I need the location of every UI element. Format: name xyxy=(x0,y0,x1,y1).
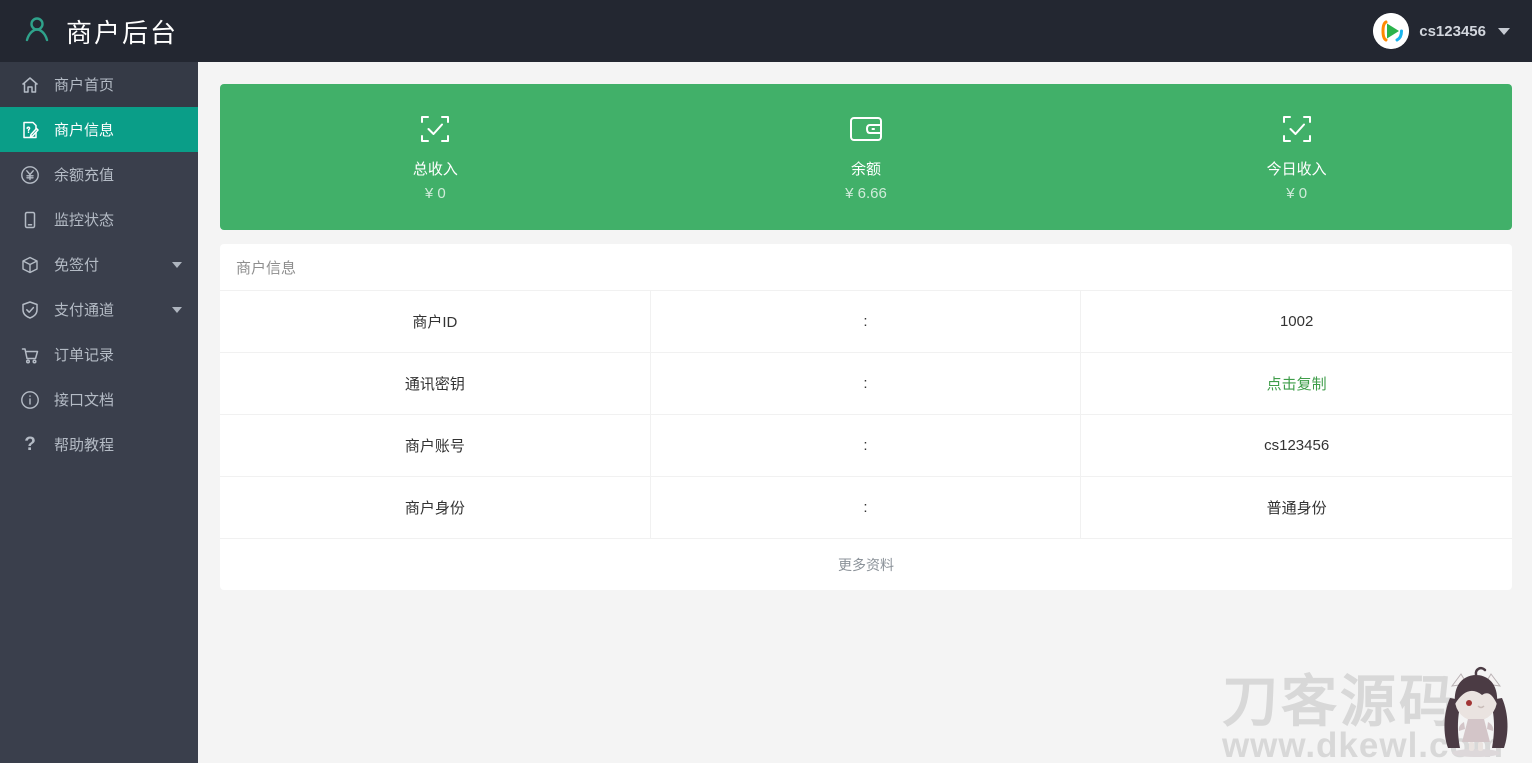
more-info-button[interactable]: 更多资料 xyxy=(220,539,1512,590)
sidebar-item-recharge[interactable]: 余额充值 xyxy=(0,152,198,197)
sidebar-item-home[interactable]: 商户首页 xyxy=(0,62,198,107)
stat-value: ¥ 0 xyxy=(425,185,446,202)
sidebar-item-orders[interactable]: 订单记录 xyxy=(0,332,198,377)
stat-label: 今日收入 xyxy=(1267,158,1327,179)
sidebar-item-label: 商户首页 xyxy=(54,74,114,95)
top-header: 商户后台 cs123456 xyxy=(0,0,1532,62)
brand: 商户后台 xyxy=(22,13,178,50)
sidebar-item-help[interactable]: ? 帮助教程 xyxy=(0,422,198,467)
sidebar-item-monitor[interactable]: 监控状态 xyxy=(0,197,198,242)
row-separator: : xyxy=(651,415,1082,476)
sidebar-item-no-sign-pay[interactable]: 免签付 xyxy=(0,242,198,287)
sidebar-item-label: 余额充值 xyxy=(54,164,114,185)
copy-secret-link[interactable]: 点击复制 xyxy=(1267,373,1327,394)
question-icon: ? xyxy=(20,435,40,455)
scan-check-icon xyxy=(1280,112,1314,146)
stat-label: 余额 xyxy=(851,158,881,179)
page-title: 商户后台 xyxy=(66,13,178,50)
stat-value: ¥ 0 xyxy=(1286,185,1307,202)
stat-total-income: 总收入 ¥ 0 xyxy=(220,84,651,230)
row-value: 1002 xyxy=(1081,291,1512,352)
row-value: cs123456 xyxy=(1081,415,1512,476)
stat-balance: 余额 ¥ 6.66 xyxy=(651,84,1082,230)
main-content: 总收入 ¥ 0 余额 ¥ 6.66 今日收入 xyxy=(198,62,1532,763)
table-row: 商户身份 : 普通身份 xyxy=(220,477,1512,539)
sidebar-item-label: 监控状态 xyxy=(54,209,114,230)
person-icon xyxy=(22,14,52,49)
row-separator: : xyxy=(651,291,1082,352)
table-row: 通讯密钥 : 点击复制 xyxy=(220,353,1512,415)
sidebar-item-api-doc[interactable]: 接口文档 xyxy=(0,377,198,422)
row-label: 商户ID xyxy=(220,291,651,352)
row-separator: : xyxy=(651,477,1082,538)
sidebar-item-label: 订单记录 xyxy=(54,344,114,365)
username[interactable]: cs123456 xyxy=(1419,23,1486,40)
merchant-info-card: 商户信息 商户ID : 1002 通讯密钥 : 点击复制 商户账号 : cs12… xyxy=(220,244,1512,590)
row-label: 通讯密钥 xyxy=(220,353,651,414)
package-box-icon xyxy=(20,255,40,275)
stat-label: 总收入 xyxy=(413,158,458,179)
table-row: 商户账号 : cs123456 xyxy=(220,415,1512,477)
chevron-down-icon xyxy=(1498,28,1510,35)
shield-check-icon xyxy=(20,300,40,320)
sidebar: 商户首页 商户信息 余额充值 监控状态 xyxy=(0,62,198,763)
stat-value: ¥ 6.66 xyxy=(845,185,887,202)
merchant-info-edit-icon xyxy=(20,120,40,140)
row-value: 普通身份 xyxy=(1081,477,1512,538)
user-menu[interactable]: cs123456 xyxy=(1373,13,1510,49)
row-separator: : xyxy=(651,353,1082,414)
stat-today-income: 今日收入 ¥ 0 xyxy=(1081,84,1512,230)
table-row: 商户ID : 1002 xyxy=(220,291,1512,353)
chevron-down-icon xyxy=(172,262,182,268)
scan-check-icon xyxy=(418,112,452,146)
stats-banner: 总收入 ¥ 0 余额 ¥ 6.66 今日收入 xyxy=(220,84,1512,230)
row-value: 点击复制 xyxy=(1081,353,1512,414)
sidebar-item-merchant-info[interactable]: 商户信息 xyxy=(0,107,198,152)
row-label: 商户身份 xyxy=(220,477,651,538)
sidebar-item-label: 免签付 xyxy=(54,254,99,275)
sidebar-item-label: 支付通道 xyxy=(54,299,114,320)
yuan-circle-icon xyxy=(20,165,40,185)
sidebar-item-label: 接口文档 xyxy=(54,389,114,410)
avatar[interactable] xyxy=(1373,13,1409,49)
home-icon xyxy=(20,75,40,95)
wallet-icon xyxy=(848,112,884,146)
sidebar-item-label: 商户信息 xyxy=(54,119,114,140)
row-label: 商户账号 xyxy=(220,415,651,476)
sidebar-item-label: 帮助教程 xyxy=(54,434,114,455)
cart-icon xyxy=(20,345,40,365)
info-circle-icon xyxy=(20,390,40,410)
sidebar-item-pay-channel[interactable]: 支付通道 xyxy=(0,287,198,332)
phone-monitor-icon xyxy=(20,210,40,230)
chevron-down-icon xyxy=(172,307,182,313)
card-title: 商户信息 xyxy=(220,244,1512,291)
